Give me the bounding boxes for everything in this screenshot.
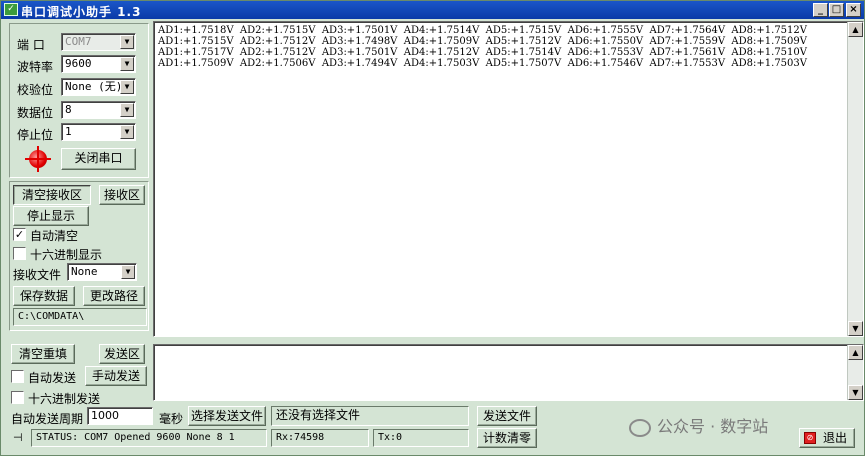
send-textarea[interactable]: ▲ ▼: [153, 344, 864, 401]
scroll-down-icon[interactable]: ▼: [848, 321, 863, 336]
databits-label: 数据位: [17, 106, 54, 120]
parity-select[interactable]: None (无) ▼: [61, 78, 136, 96]
rx-counter: Rx:74598: [271, 429, 369, 447]
wechat-icon: [629, 418, 651, 437]
close-button[interactable]: ×: [846, 3, 861, 17]
receive-line: AD1:+1.7518V AD2:+1.7515V AD3:+1.7501V A…: [158, 25, 807, 36]
minimize-button[interactable]: _: [813, 3, 828, 17]
maximize-button[interactable]: □: [829, 3, 844, 17]
exit-button[interactable]: ⊘ 退出: [799, 428, 855, 448]
scroll-down-icon[interactable]: ▼: [848, 385, 863, 400]
send-scrollbar[interactable]: ▲ ▼: [847, 345, 863, 400]
app-window: ✓ 串口调试小助手 1.3 _ □ × 端 口 COM7 ▼ 波特率 9600 …: [0, 0, 865, 456]
watermark-text: 公众号 · 数字站: [657, 417, 769, 436]
scroll-up-icon[interactable]: ▲: [848, 22, 863, 37]
period-input[interactable]: 1000: [87, 407, 153, 425]
stopbits-select[interactable]: 1 ▼: [61, 123, 136, 141]
chevron-down-icon[interactable]: ▼: [120, 125, 134, 139]
receive-file-select[interactable]: None ▼: [67, 263, 137, 281]
reset-count-button[interactable]: 计数清零: [477, 428, 537, 448]
save-data-button[interactable]: 保存数据: [13, 286, 75, 306]
period-label: 自动发送周期: [11, 412, 84, 426]
choose-send-file-button[interactable]: 选择发送文件: [188, 406, 266, 426]
save-path-display: C:\COMDATA\: [13, 308, 147, 326]
auto-send-label: 自动发送: [28, 371, 77, 385]
receive-file-value: None: [71, 265, 98, 278]
receive-line: AD1:+1.7517V AD2:+1.7512V AD3:+1.7501V A…: [158, 47, 807, 58]
receive-area-label: 接收区: [99, 185, 145, 205]
send-area-label: 发送区: [99, 344, 145, 364]
clear-send-button[interactable]: 清空重填: [11, 344, 75, 364]
app-icon: ✓: [4, 3, 18, 16]
send-file-button[interactable]: 发送文件: [477, 406, 537, 426]
change-path-button[interactable]: 更改路径: [83, 286, 145, 306]
scroll-up-icon[interactable]: ▲: [848, 345, 863, 360]
chevron-down-icon[interactable]: ▼: [120, 35, 134, 49]
chevron-down-icon[interactable]: ▼: [120, 57, 134, 71]
auto-send-checkbox[interactable]: [11, 370, 24, 383]
window-title: 串口调试小助手 1.3: [21, 5, 142, 19]
auto-clear-checkbox[interactable]: ✓: [13, 228, 26, 241]
chevron-down-icon[interactable]: ▼: [121, 265, 135, 279]
receive-file-label: 接收文件: [13, 268, 62, 282]
hex-send-checkbox[interactable]: [11, 391, 24, 404]
baud-label: 波特率: [17, 60, 54, 74]
chevron-down-icon[interactable]: ▼: [120, 80, 134, 94]
clear-receive-button[interactable]: 清空接收区: [13, 185, 91, 205]
tx-counter: Tx:0: [373, 429, 469, 447]
baud-value: 9600: [65, 57, 92, 70]
receive-textarea[interactable]: AD1:+1.7518V AD2:+1.7515V AD3:+1.7501V A…: [153, 21, 864, 337]
databits-value: 8: [65, 103, 72, 116]
stop-display-button[interactable]: 停止显示: [13, 206, 89, 226]
chevron-down-icon[interactable]: ▼: [120, 103, 134, 117]
send-file-status: 还没有选择文件: [271, 406, 469, 426]
receive-line: AD1:+1.7509V AD2:+1.7506V AD3:+1.7494V A…: [158, 58, 807, 69]
hex-display-label: 十六进制显示: [30, 248, 103, 262]
period-unit: 毫秒: [159, 412, 184, 426]
pin-icon: ⊣: [13, 431, 23, 444]
parity-label: 校验位: [17, 83, 54, 97]
hex-send-label: 十六进制发送: [28, 392, 101, 406]
hex-display-checkbox[interactable]: [13, 247, 26, 260]
port-select[interactable]: COM7 ▼: [61, 33, 136, 51]
exit-label: 退出: [822, 431, 847, 445]
exit-icon: ⊘: [804, 432, 816, 444]
receive-line: AD1:+1.7515V AD2:+1.7512V AD3:+1.7498V A…: [158, 36, 807, 47]
stopbits-value: 1: [65, 125, 72, 138]
stopbits-label: 停止位: [17, 128, 54, 142]
port-value: COM7: [65, 35, 92, 48]
watermark: 公众号 · 数字站: [629, 413, 768, 437]
status-text: STATUS: COM7 Opened 9600 None 8 1: [31, 429, 267, 447]
auto-clear-label: 自动清空: [30, 229, 79, 243]
receive-scrollbar[interactable]: ▲ ▼: [847, 22, 863, 336]
title-bar[interactable]: ✓ 串口调试小助手 1.3 _ □ ×: [1, 1, 864, 19]
manual-send-button[interactable]: 手动发送: [85, 366, 147, 386]
close-port-button[interactable]: 关闭串口: [61, 148, 136, 170]
baud-select[interactable]: 9600 ▼: [61, 55, 136, 73]
port-status-led-icon: [25, 146, 51, 172]
port-label: 端 口: [17, 38, 45, 52]
databits-select[interactable]: 8 ▼: [61, 101, 136, 119]
parity-value: None (无): [65, 80, 123, 93]
